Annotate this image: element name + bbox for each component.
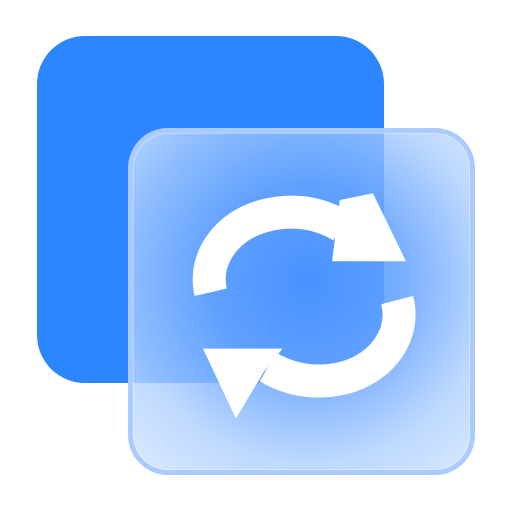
app-icon xyxy=(0,0,512,512)
front-square xyxy=(128,128,475,475)
top-arrow-arc xyxy=(192,195,351,297)
sync-icon xyxy=(192,193,416,419)
top-arrow-head xyxy=(332,193,406,262)
bottom-arrow-arc xyxy=(259,295,416,398)
